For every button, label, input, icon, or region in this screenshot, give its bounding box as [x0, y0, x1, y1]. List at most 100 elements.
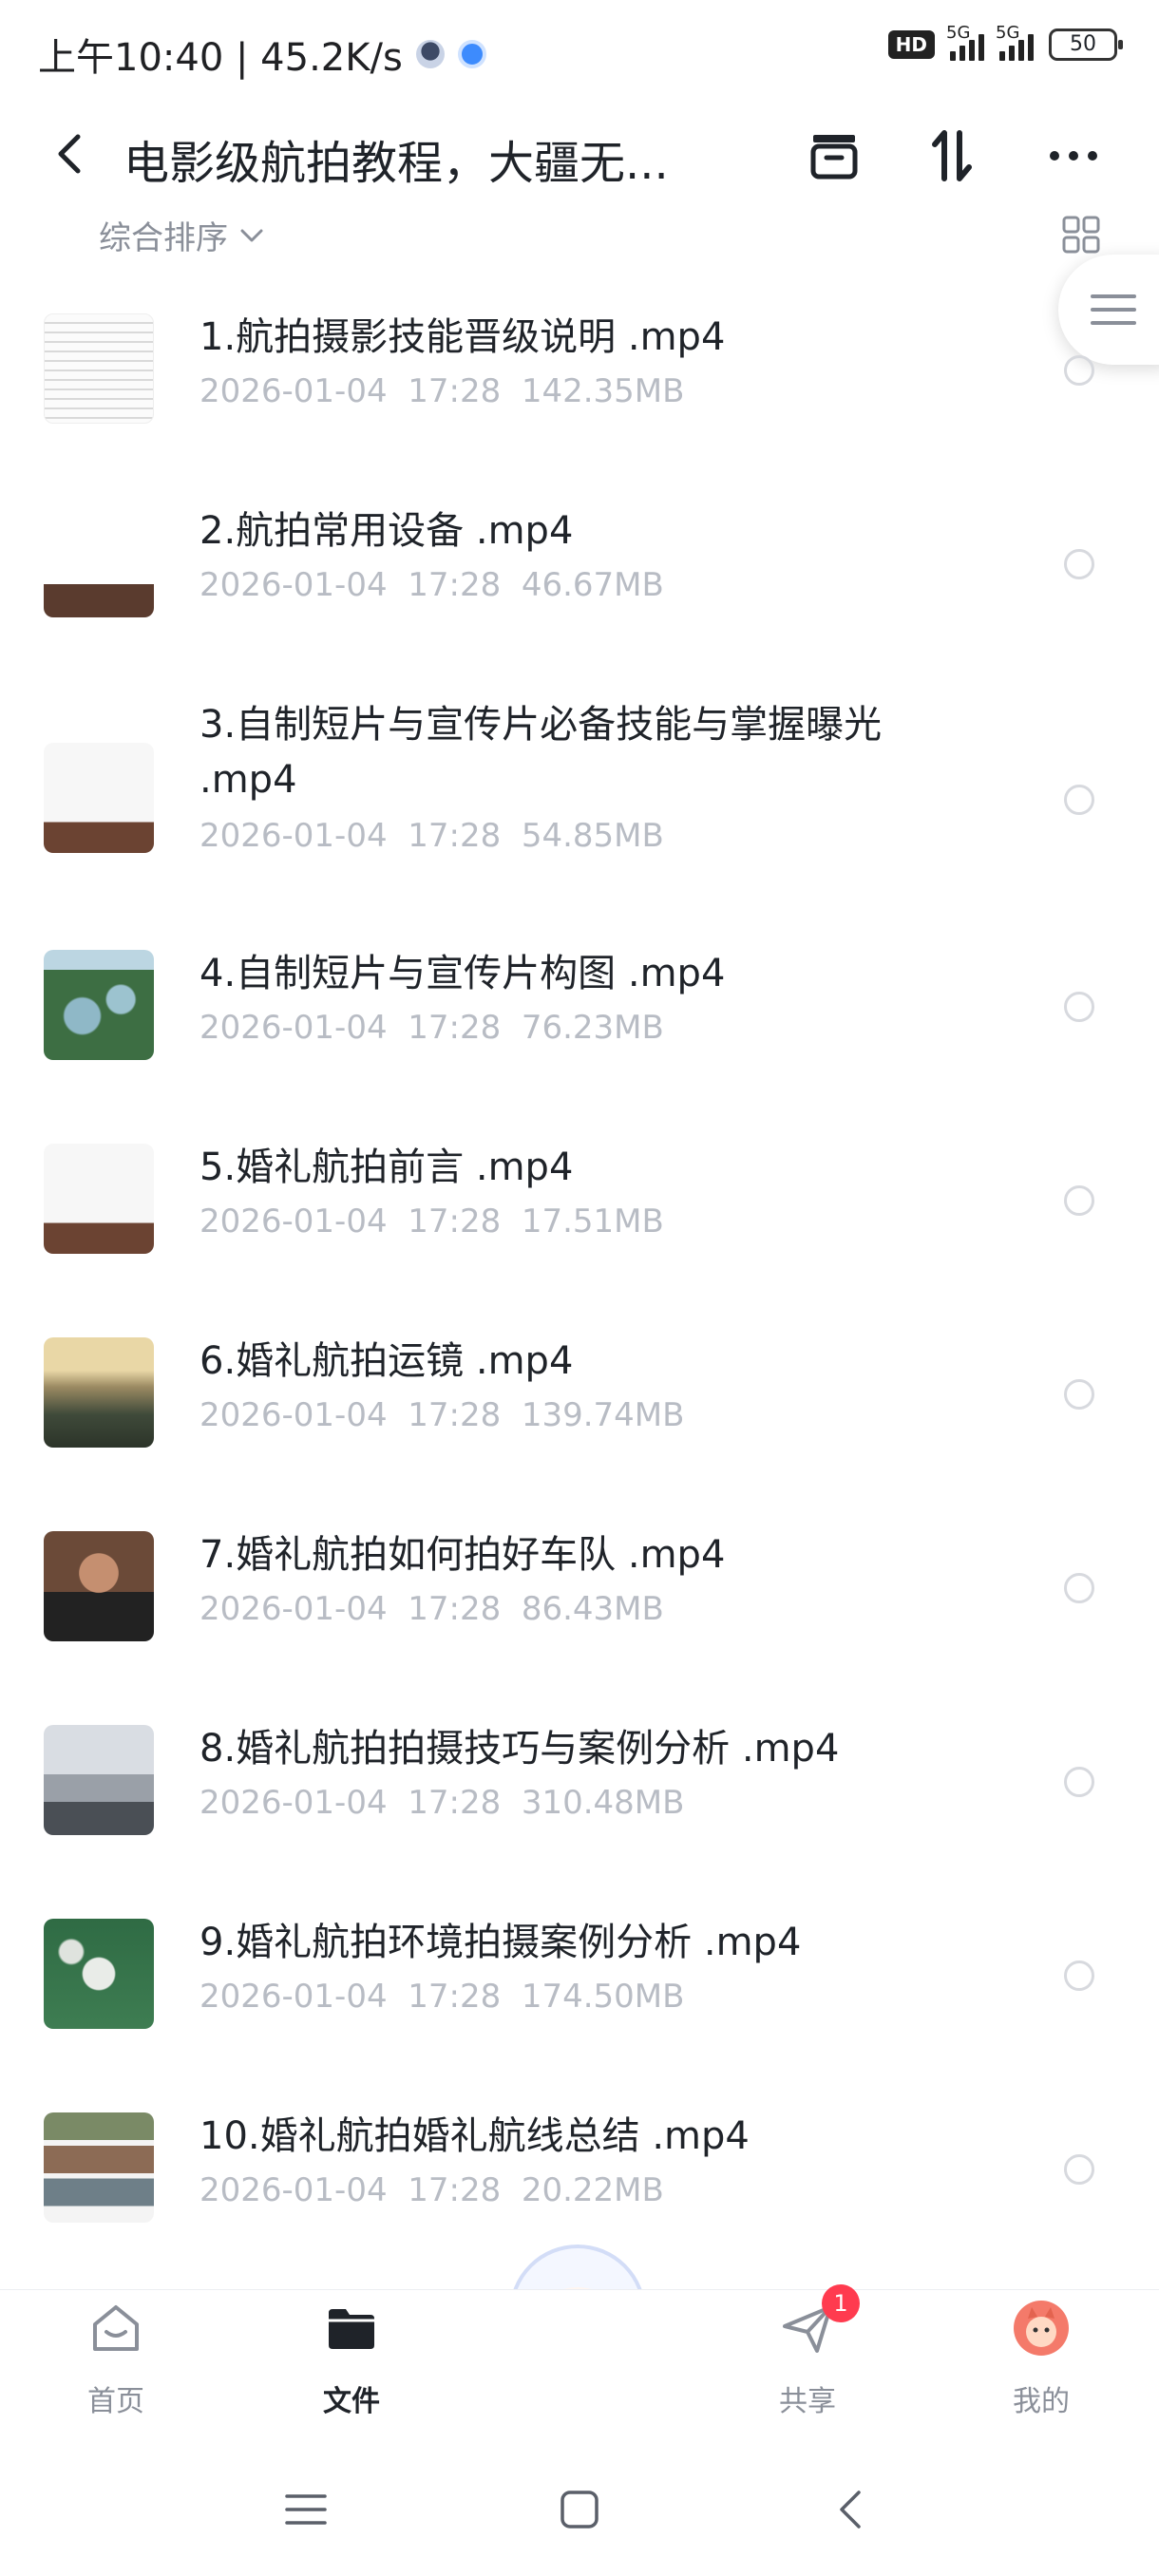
file-size: 142.35MB [521, 372, 685, 410]
archive-icon[interactable] [804, 125, 864, 186]
video-thumbnail [44, 1725, 154, 1835]
chevron-down-icon [240, 229, 263, 241]
hd-badge: HD [887, 30, 935, 59]
signal-icon-2: 5G [996, 23, 1034, 61]
file-date: 2026-01-04 [200, 1203, 388, 1241]
grid-view-icon[interactable] [1060, 214, 1102, 256]
recent-apps-icon[interactable] [285, 2491, 327, 2529]
file-meta: 2026-01-04 17:28 174.50MB [200, 1978, 684, 2016]
video-thumbnail [44, 1144, 154, 1254]
video-thumbnail [44, 950, 154, 1060]
video-thumbnail [44, 743, 154, 853]
file-row[interactable]: 2.航拍常用设备 .mp4 2026-01-04 17:28 46.67MB [0, 507, 1159, 650]
system-back-icon[interactable] [836, 2489, 864, 2530]
select-radio[interactable] [1064, 1573, 1094, 1603]
more-icon[interactable] [1043, 125, 1104, 186]
file-date: 2026-01-04 [200, 1396, 388, 1434]
file-size: 76.23MB [521, 1009, 664, 1047]
file-meta: 2026-01-04 17:28 46.67MB [200, 566, 664, 604]
select-radio[interactable] [1064, 549, 1094, 579]
file-time: 17:28 [408, 1978, 502, 2016]
file-meta: 2026-01-04 17:28 17.51MB [200, 1203, 664, 1241]
avatar-notification-icon [415, 40, 445, 68]
file-row[interactable]: 6.婚礼航拍运镜 .mp4 2026-01-04 17:28 139.74MB [0, 1337, 1159, 1480]
back-icon[interactable] [42, 125, 99, 182]
file-row[interactable]: 8.婚礼航拍拍摄技巧与案例分析 .mp4 2026-01-04 17:28 310… [0, 1725, 1159, 1867]
avatar-icon [1014, 2301, 1069, 2356]
sort-dropdown[interactable]: 综合排序 [99, 212, 266, 258]
share-badge: 1 [822, 2284, 860, 2322]
signal-icon: 5G [946, 23, 984, 61]
home-button-icon[interactable] [559, 2489, 600, 2530]
select-radio[interactable] [1064, 355, 1094, 386]
upload-notification-icon [457, 40, 486, 68]
file-date: 2026-01-04 [200, 1978, 388, 2016]
file-row[interactable]: 9.婚礼航拍环境拍摄案例分析 .mp4 2026-01-04 17:28 174.… [0, 1919, 1159, 2061]
video-thumbnail [44, 2112, 154, 2223]
file-size: 46.67MB [521, 566, 664, 604]
select-radio[interactable] [1064, 1960, 1094, 1991]
nav-share[interactable]: 1 共享 [732, 2284, 884, 2442]
video-thumbnail [44, 1919, 154, 2029]
sort-label: 综合排序 [99, 219, 228, 257]
battery-icon: 50 [1049, 28, 1123, 61]
folder-icon [329, 2309, 374, 2349]
video-thumbnail [44, 507, 154, 617]
select-radio[interactable] [1064, 2154, 1094, 2185]
nav-home[interactable]: 首页 [40, 2290, 192, 2442]
file-size: 310.48MB [521, 1784, 685, 1822]
file-name: 9.婚礼航拍环境拍摄案例分析 .mp4 [200, 1921, 802, 1964]
select-radio[interactable] [1064, 1379, 1094, 1410]
file-time: 17:28 [408, 817, 502, 855]
nav-share-label: 共享 [779, 2385, 836, 2418]
nav-files[interactable]: 文件 [276, 2290, 428, 2442]
file-row[interactable]: 1.航拍摄影技能晋级说明 .mp4 2026-01-04 17:28 142.35… [0, 313, 1159, 456]
file-name: 8.婚礼航拍拍摄技巧与案例分析 .mp4 [200, 1727, 840, 1771]
select-radio[interactable] [1064, 992, 1094, 1022]
file-time: 17:28 [408, 1590, 502, 1628]
file-meta: 2026-01-04 17:28 142.35MB [200, 372, 684, 410]
header-bar: 电影级航拍教程，大疆无... [0, 104, 1159, 209]
file-date: 2026-01-04 [200, 1009, 388, 1047]
file-row[interactable]: 3.自制短片与宣传片必备技能与掌握曝光 .mp4 2026-01-04 17:28… [0, 701, 1159, 900]
sort-order-icon[interactable] [922, 125, 982, 186]
status-right: HD 5G 5G 50 [887, 23, 1123, 61]
file-name: 3.自制短片与宣传片必备技能与掌握曝光 .mp4 [200, 703, 883, 802]
file-meta: 2026-01-04 17:28 54.85MB [200, 817, 664, 855]
select-radio[interactable] [1064, 785, 1094, 815]
file-name: 1.航拍摄影技能晋级说明 .mp4 [200, 315, 726, 359]
nav-home-label: 首页 [87, 2385, 144, 2418]
nav-files-label: 文件 [323, 2385, 380, 2418]
file-date: 2026-01-04 [200, 817, 388, 855]
file-size: 86.43MB [521, 1590, 664, 1628]
file-name: 2.航拍常用设备 .mp4 [200, 509, 574, 553]
file-name: 6.婚礼航拍运镜 .mp4 [200, 1339, 574, 1383]
file-name: 7.婚礼航拍如何拍好车队 .mp4 [200, 1533, 726, 1577]
signal-label-2: 5G [996, 23, 1020, 43]
file-size: 20.22MB [521, 2171, 664, 2209]
status-left: 上午10:40 | 45.2K/s [38, 27, 486, 82]
file-meta: 2026-01-04 17:28 20.22MB [200, 2171, 664, 2209]
file-meta: 2026-01-04 17:28 86.43MB [200, 1590, 664, 1628]
sort-row: 综合排序 [0, 204, 1159, 261]
file-time: 17:28 [408, 1784, 502, 1822]
file-meta: 2026-01-04 17:28 139.74MB [200, 1396, 684, 1434]
file-name: 10.婚礼航拍婚礼航线总结 .mp4 [200, 2114, 750, 2158]
file-date: 2026-01-04 [200, 1784, 388, 1822]
file-time: 17:28 [408, 372, 502, 410]
nav-me[interactable]: 我的 [965, 2290, 1117, 2442]
file-meta: 2026-01-04 17:28 76.23MB [200, 1009, 664, 1047]
video-thumbnail [44, 313, 154, 424]
file-row[interactable]: 7.婚礼航拍如何拍好车队 .mp4 2026-01-04 17:28 86.43M… [0, 1531, 1159, 1674]
file-time: 17:28 [408, 1396, 502, 1434]
file-name: 4.自制短片与宣传片构图 .mp4 [200, 952, 726, 995]
select-radio[interactable] [1064, 1185, 1094, 1216]
file-row[interactable]: 5.婚礼航拍前言 .mp4 2026-01-04 17:28 17.51MB [0, 1144, 1159, 1286]
select-radio[interactable] [1064, 1767, 1094, 1797]
signal-label: 5G [946, 23, 971, 43]
file-date: 2026-01-04 [200, 1590, 388, 1628]
file-row[interactable]: 4.自制短片与宣传片构图 .mp4 2026-01-04 17:28 76.23M… [0, 950, 1159, 1092]
nav-me-label: 我的 [1013, 2385, 1070, 2418]
file-date: 2026-01-04 [200, 2171, 388, 2209]
video-thumbnail [44, 1337, 154, 1448]
